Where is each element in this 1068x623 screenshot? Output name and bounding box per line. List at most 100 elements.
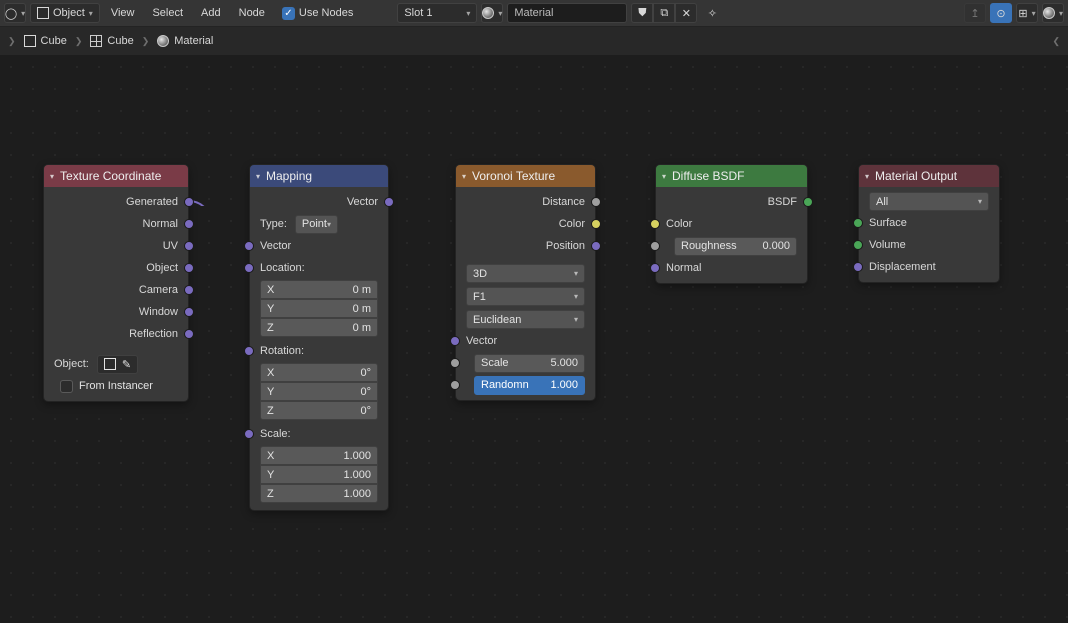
rotation-y-field[interactable]: Y0° [260, 382, 378, 401]
object-picker[interactable]: ✎ [97, 355, 138, 374]
chevron-down-icon: ▾ [978, 197, 982, 206]
use-nodes-checkbox[interactable]: ✓ Use Nodes [276, 7, 359, 20]
material-slot-select[interactable]: Slot 1 ▾ [397, 3, 477, 23]
output-socket-bsdf[interactable]: BSDF [656, 191, 807, 213]
snap-icon: ⊞ [1018, 7, 1027, 20]
input-socket-scale[interactable]: Scale: [250, 423, 388, 445]
mesh-icon [24, 35, 36, 47]
breadcrumb: ❯ Cube ❯ Cube ❯ Material ❮ [0, 27, 1068, 56]
input-socket-rotation[interactable]: Rotation: [250, 340, 388, 362]
output-socket-reflection[interactable]: Reflection [44, 323, 188, 345]
menu-add[interactable]: Add [194, 7, 228, 19]
pin-button[interactable]: ✧ [701, 3, 723, 23]
node-editor-icon: ◯ [5, 7, 17, 20]
eyedropper-icon[interactable]: ✎ [122, 358, 131, 371]
chevron-down-icon: ▾ [89, 9, 93, 18]
node-title: Voronoi Texture [472, 169, 555, 183]
node-title: Material Output [875, 169, 957, 183]
node-title: Mapping [266, 169, 312, 183]
material-browse-button[interactable]: ▾ [481, 3, 503, 23]
node-material-output[interactable]: ▾ Material Output All▾ Surface Volume Di… [858, 164, 1000, 283]
output-socket-window[interactable]: Window [44, 301, 188, 323]
chevron-left-icon[interactable]: ❮ [1052, 36, 1060, 47]
input-socket-location[interactable]: Location: [250, 257, 388, 279]
material-name-field[interactable]: Material [507, 3, 627, 23]
input-socket-randomness[interactable]: Randomn1.000 [456, 374, 595, 396]
output-socket-color[interactable]: Color [456, 213, 595, 235]
node-texture-coordinate[interactable]: ▾ Texture Coordinate Generated Normal UV… [43, 164, 189, 402]
output-socket-uv[interactable]: UV [44, 235, 188, 257]
chevron-right-icon: ❯ [8, 36, 16, 47]
new-material-button[interactable]: ⧉ [653, 3, 675, 23]
output-socket-camera[interactable]: Camera [44, 279, 188, 301]
node-header[interactable]: ▾ Voronoi Texture [456, 165, 595, 187]
parent-node-button[interactable]: ↥ [964, 3, 986, 23]
rotation-z-field[interactable]: Z0° [260, 401, 378, 420]
scale-z-field[interactable]: Z1.000 [260, 484, 378, 503]
input-socket-volume[interactable]: Volume [859, 234, 999, 256]
object-mode-button[interactable]: Object ▾ [30, 3, 100, 23]
duplicate-icon: ⧉ [660, 7, 668, 20]
distance-metric-select[interactable]: Euclidean▾ [466, 310, 585, 329]
output-socket-distance[interactable]: Distance [456, 191, 595, 213]
chevron-right-icon: ❯ [75, 36, 83, 47]
chevron-down-icon: ▾ [466, 9, 470, 18]
chevron-down-icon: ▾ [462, 172, 466, 181]
breadcrumb-item[interactable]: Cube [90, 35, 133, 47]
checkbox-icon [60, 380, 73, 393]
scale-x-field[interactable]: X1.000 [260, 446, 378, 465]
scale-y-field[interactable]: Y1.000 [260, 465, 378, 484]
menu-node[interactable]: Node [232, 7, 272, 19]
header-bar: ◯▾ Object ▾ View Select Add Node ✓ Use N… [0, 0, 1068, 27]
breadcrumb-item[interactable]: Material [157, 35, 213, 47]
node-canvas[interactable]: ▾ Texture Coordinate Generated Normal UV… [0, 56, 1068, 623]
dimensions-select[interactable]: 3D▾ [466, 264, 585, 283]
overlays-icon: ⊙ [996, 7, 1005, 20]
feature-select[interactable]: F1▾ [466, 287, 585, 306]
fake-user-button[interactable]: ⛊ [631, 3, 653, 23]
node-header[interactable]: ▾ Diffuse BSDF [656, 165, 807, 187]
editor-type-button[interactable]: ◯▾ [4, 3, 26, 23]
overlays-button[interactable]: ⊙ [990, 3, 1012, 23]
node-header[interactable]: ▾ Material Output [859, 165, 999, 187]
check-icon: ✓ [282, 7, 295, 20]
object-icon [104, 358, 116, 370]
output-socket-position[interactable]: Position [456, 235, 595, 257]
output-socket-normal[interactable]: Normal [44, 213, 188, 235]
location-z-field[interactable]: Z0 m [260, 318, 378, 337]
input-socket-surface[interactable]: Surface [859, 212, 999, 234]
node-diffuse-bsdf[interactable]: ▾ Diffuse BSDF BSDF Color Roughness0.000… [655, 164, 808, 284]
from-instancer-checkbox[interactable]: From Instancer [54, 377, 159, 396]
input-socket-displacement[interactable]: Displacement [859, 256, 999, 278]
output-socket-object[interactable]: Object [44, 257, 188, 279]
chevron-down-icon: ▾ [327, 220, 331, 229]
menu-view[interactable]: View [104, 7, 142, 19]
breadcrumb-item[interactable]: Cube [24, 35, 67, 47]
input-socket-roughness[interactable]: Roughness0.000 [656, 235, 807, 257]
location-y-field[interactable]: Y0 m [260, 299, 378, 318]
node-title: Diffuse BSDF [672, 169, 744, 183]
type-label: Type: [260, 218, 287, 230]
chevron-down-icon: ▾ [21, 9, 25, 18]
object-field-label: Object: [54, 358, 89, 370]
menu-select[interactable]: Select [145, 7, 190, 19]
output-socket-vector[interactable]: Vector [250, 191, 388, 213]
node-header[interactable]: ▾ Texture Coordinate [44, 165, 188, 187]
shading-button[interactable]: ▾ [1042, 3, 1064, 23]
input-socket-normal[interactable]: Normal [656, 257, 807, 279]
input-socket-scale[interactable]: Scale5.000 [456, 352, 595, 374]
mapping-type-select[interactable]: Point▾ [295, 215, 338, 234]
location-x-field[interactable]: X0 m [260, 280, 378, 299]
input-socket-vector[interactable]: Vector [250, 235, 388, 257]
input-socket-vector[interactable]: Vector [456, 330, 595, 352]
target-select[interactable]: All▾ [869, 192, 989, 211]
output-socket-generated[interactable]: Generated [44, 191, 188, 213]
node-voronoi-texture[interactable]: ▾ Voronoi Texture Distance Color Positio… [455, 164, 596, 401]
rotation-x-field[interactable]: X0° [260, 363, 378, 382]
unlink-button[interactable]: ✕ [675, 3, 697, 23]
node-header[interactable]: ▾ Mapping [250, 165, 388, 187]
input-socket-color[interactable]: Color [656, 213, 807, 235]
snap-button[interactable]: ⊞▾ [1016, 3, 1038, 23]
node-mapping[interactable]: ▾ Mapping Vector Type: Point▾ Vector Loc… [249, 164, 389, 511]
chevron-right-icon: ❯ [142, 36, 150, 47]
